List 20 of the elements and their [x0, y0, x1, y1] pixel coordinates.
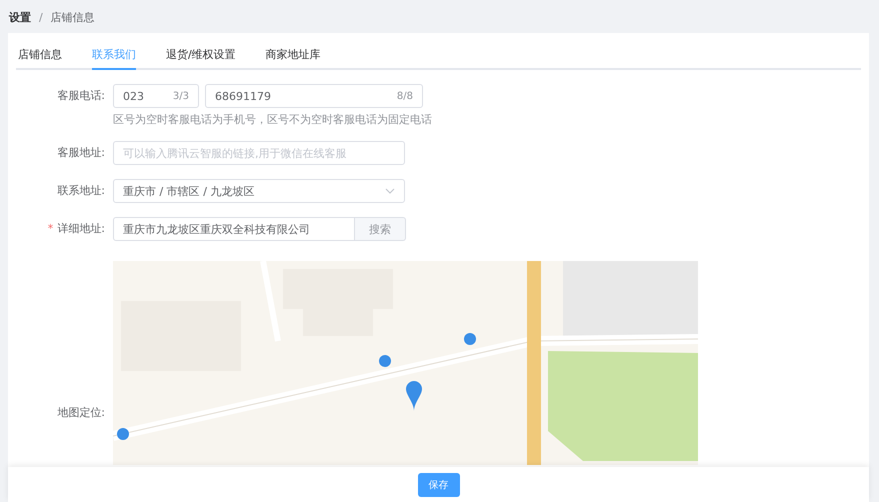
- field-label: 地图定位:: [56, 405, 106, 421]
- tab[interactable]: 店铺信息: [18, 43, 62, 70]
- area-code-field[interactable]: 023 3/3: [113, 84, 199, 108]
- tab[interactable]: 退货/维权设置: [166, 43, 236, 70]
- field-label: 客服地址:: [56, 145, 106, 161]
- field-label: 客服电话:: [56, 88, 106, 104]
- chevron-down-icon: [385, 188, 395, 194]
- service-address-field[interactable]: 可以输入腾讯云智服的链接,用于微信在线客服: [113, 141, 405, 165]
- phone-number-field[interactable]: 68691179 8/8: [205, 84, 423, 108]
- address-select[interactable]: 重庆市 / 市辖区 / 九龙坡区: [113, 179, 405, 203]
- tab[interactable]: 商家地址库: [266, 43, 321, 70]
- field-hint: 区号为空时客服电话为手机号，区号不为空时客服电话为固定电话: [113, 112, 432, 127]
- field-label: * 详细地址:: [46, 221, 106, 237]
- required-mark: *: [48, 222, 54, 235]
- breadcrumb-item: 店铺信息: [50, 10, 95, 25]
- map-drawing[interactable]: [113, 261, 698, 465]
- breadcrumb-separator: /: [39, 11, 43, 24]
- detail-address-field[interactable]: 重庆市九龙坡区重庆双全科技有限公司: [113, 217, 355, 241]
- breadcrumb-item[interactable]: 设置: [9, 10, 31, 25]
- field-label: 联系地址:: [56, 183, 106, 199]
